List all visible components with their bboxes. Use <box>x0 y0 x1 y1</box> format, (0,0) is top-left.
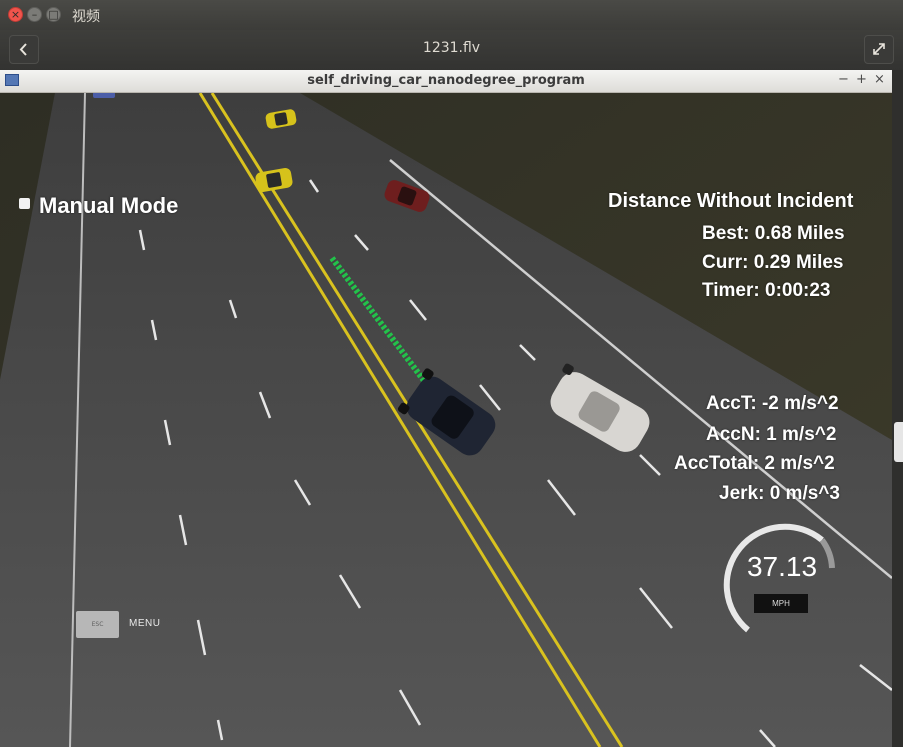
acc-n: AccN: 1 m/s^2 <box>706 424 837 445</box>
manual-mode-checkbox[interactable] <box>19 198 30 209</box>
jerk: Jerk: 0 m/s^3 <box>719 483 840 504</box>
distance-title: Distance Without Incident <box>608 190 854 212</box>
sim-window-titlebar: self_driving_car_nanodegree_program − + … <box>0 70 892 93</box>
file-name: 1231.flv <box>422 40 481 56</box>
sim-close-button[interactable]: × <box>874 72 885 87</box>
best-distance: Best: 0.68 Miles <box>702 223 845 244</box>
fullscreen-button[interactable] <box>864 35 894 64</box>
player-header: 1231.flv <box>0 30 903 70</box>
app-title: 视频 <box>72 9 100 25</box>
speed-unit: MPH <box>754 594 808 613</box>
current-distance: Curr: 0.29 Miles <box>702 252 844 273</box>
maximize-icon: □ <box>48 8 59 21</box>
expand-icon <box>873 43 885 55</box>
manual-mode-label: Manual Mode <box>39 193 179 218</box>
sim-maximize-button[interactable]: + <box>856 72 867 87</box>
window-close-button[interactable]: × <box>8 7 23 22</box>
speed-value: 37.13 <box>746 551 818 582</box>
side-edge <box>892 70 903 747</box>
minimize-icon: – <box>31 8 38 21</box>
sim-window-title: self_driving_car_nanodegree_program <box>307 73 585 88</box>
window-titlebar: × – □ 视频 <box>0 0 903 30</box>
close-icon: × <box>10 8 21 21</box>
distant-car <box>93 93 115 98</box>
sim-minimize-button[interactable]: − <box>838 72 849 87</box>
esc-button[interactable]: ESC <box>76 611 119 638</box>
menu-label[interactable]: MENU <box>129 618 160 629</box>
window-maximize-button[interactable]: □ <box>46 7 61 22</box>
acc-total: AccTotal: 2 m/s^2 <box>674 453 835 474</box>
window-minimize-button[interactable]: – <box>27 7 42 22</box>
side-panel-tab[interactable] <box>894 422 903 462</box>
timer: Timer: 0:00:23 <box>702 280 831 301</box>
acc-t: AccT: -2 m/s^2 <box>706 393 839 414</box>
